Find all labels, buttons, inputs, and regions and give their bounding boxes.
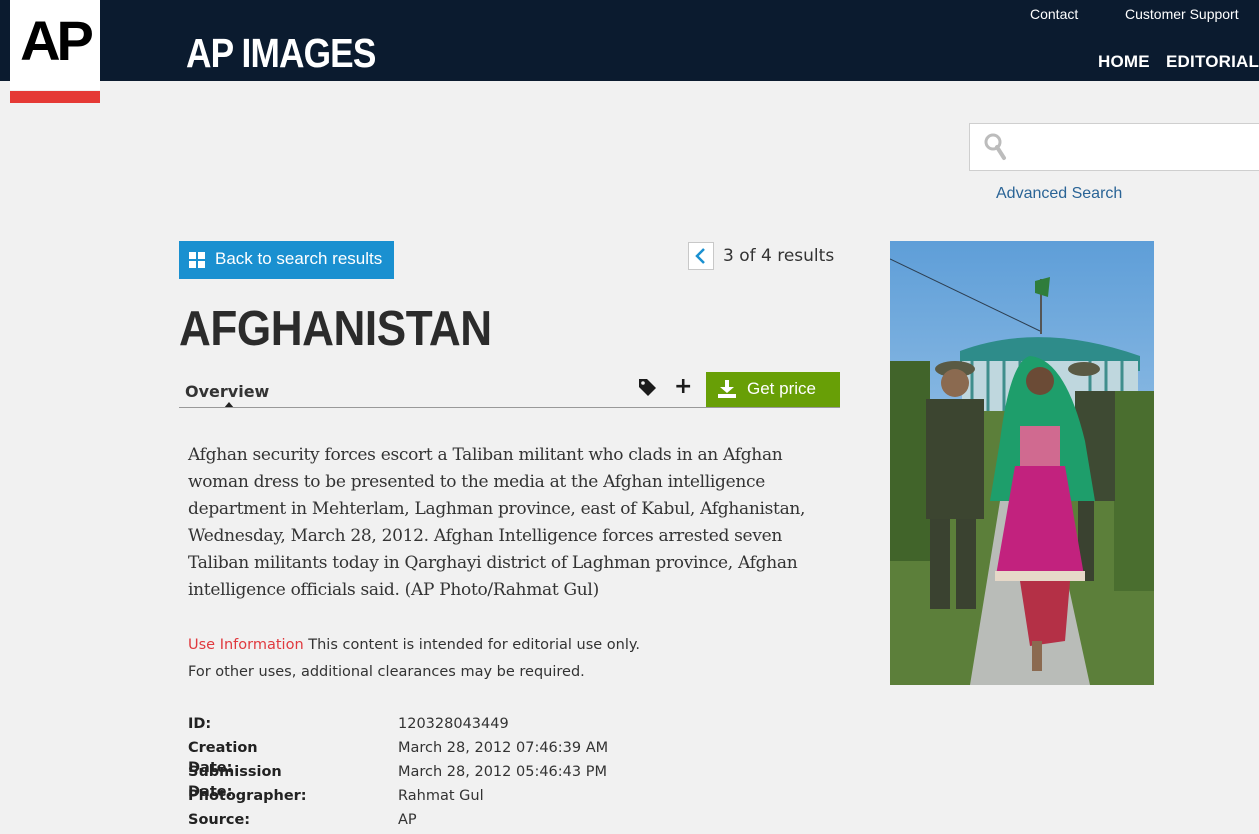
metadata-key: ID: <box>188 716 212 732</box>
contact-link[interactable]: Contact <box>1030 6 1078 22</box>
chevron-left-icon <box>695 248 705 264</box>
metadata-key: Photographer: <box>188 788 307 804</box>
site-header: AP IMAGES Contact Customer Support HOME … <box>0 0 1259 81</box>
previous-result-button[interactable] <box>688 242 714 270</box>
get-price-button[interactable]: Get price <box>706 372 840 407</box>
metadata-value: 120328043449 <box>398 716 509 732</box>
metadata-value: March 28, 2012 05:46:43 PM <box>398 764 607 780</box>
advanced-search-link[interactable]: Advanced Search <box>996 185 1122 203</box>
ap-logo-text: AP <box>20 9 94 72</box>
metadata-value: March 28, 2012 07:46:39 AM <box>398 740 609 756</box>
use-information-line2: For other uses, additional clearances ma… <box>188 664 585 680</box>
back-to-results-button[interactable]: Back to search results <box>179 241 394 279</box>
search-input[interactable] <box>969 123 1259 171</box>
plus-icon[interactable]: + <box>674 374 692 400</box>
get-price-label: Get price <box>747 379 816 398</box>
use-information-label[interactable]: Use Information <box>188 637 304 653</box>
photo-illustration <box>890 241 1154 685</box>
tab-overview[interactable]: Overview <box>185 382 269 401</box>
nav-editorial[interactable]: EDITORIAL <box>1166 52 1259 72</box>
back-to-results-label: Back to search results <box>215 249 383 268</box>
use-information: Use Information This content is intended… <box>188 632 828 686</box>
tab-divider <box>179 407 840 408</box>
metadata-key: Source: <box>188 812 251 828</box>
ap-logo[interactable]: AP <box>10 0 100 90</box>
tag-icon[interactable] <box>637 377 657 397</box>
search-icon <box>984 133 1006 160</box>
logo-accent-bar <box>10 91 100 103</box>
download-icon <box>718 380 736 398</box>
use-information-text: This content is intended for editorial u… <box>308 637 641 653</box>
metadata-value: AP <box>398 812 417 828</box>
nav-home[interactable]: HOME <box>1098 52 1150 72</box>
metadata-value: Rahmat Gul <box>398 788 484 804</box>
page-title: AFGHANISTAN <box>179 302 492 356</box>
brand-title[interactable]: AP IMAGES <box>186 28 376 78</box>
news-photo[interactable] <box>890 241 1154 685</box>
customer-support-link[interactable]: Customer Support <box>1125 6 1239 22</box>
grid-icon <box>189 252 205 268</box>
photo-caption: Afghan security forces escort a Taliban … <box>188 445 806 600</box>
result-count: 3 of 4 results <box>723 246 835 266</box>
